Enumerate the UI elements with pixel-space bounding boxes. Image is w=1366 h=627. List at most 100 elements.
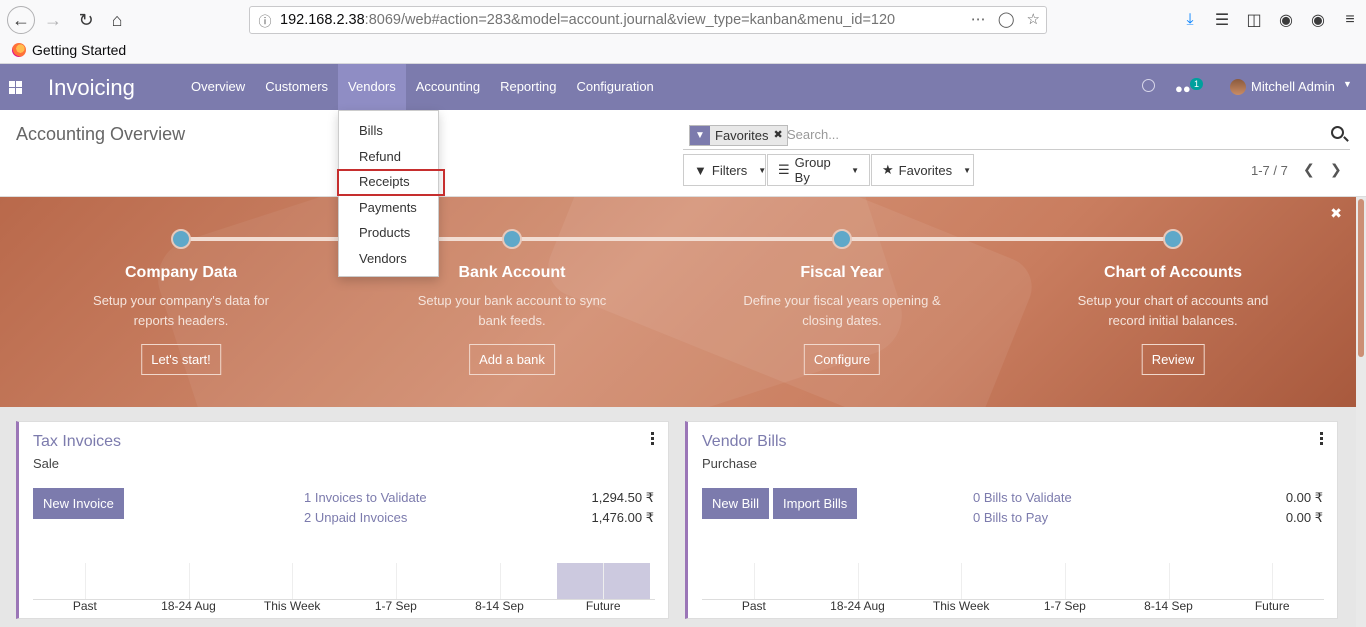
download-icon[interactable]: ⤓ — [1174, 11, 1206, 29]
favorites-button[interactable]: ★ Favorites ▼ — [871, 154, 974, 186]
graph-label: 8-14 Sep — [1144, 599, 1193, 613]
bills-to-validate-link[interactable]: 0 Bills to Validate — [973, 490, 1072, 505]
menu-item-refund[interactable]: Refund — [339, 144, 438, 170]
page-title: Accounting Overview — [16, 124, 186, 144]
graph-gridline — [1064, 563, 1066, 599]
menu-item-payments[interactable]: Payments — [339, 195, 438, 221]
apps-menu-icon[interactable] — [9, 81, 22, 94]
journal-title[interactable]: Vendor Bills — [702, 433, 787, 451]
filters-button[interactable]: ▼ Filters ▼ — [683, 154, 766, 186]
pocket-icon[interactable]: ◯ — [998, 10, 1015, 28]
menu-overview[interactable]: Overview — [181, 64, 255, 110]
pager-value[interactable]: 1-7 / 7 — [1251, 163, 1288, 178]
menu-customers[interactable]: Customers — [255, 64, 338, 110]
search-icon[interactable] — [1331, 126, 1344, 139]
graph-label: 8-14 Sep — [475, 599, 524, 613]
graph-gridline — [188, 563, 190, 599]
graph-label: This Week — [263, 599, 321, 613]
search-input[interactable]: Search... — [787, 127, 839, 142]
menu-configuration[interactable]: Configuration — [566, 64, 663, 110]
bookmark-getting-started[interactable]: Getting Started — [12, 42, 126, 58]
step-title: Chart of Accounts — [1103, 264, 1243, 281]
home-icon[interactable]: ⌂ — [104, 7, 130, 33]
unpaid-invoices-link[interactable]: 2 Unpaid Invoices — [304, 510, 407, 525]
menu-item-vendors[interactable]: Vendors — [339, 246, 438, 272]
journal-type: Purchase — [702, 456, 757, 471]
close-icon[interactable]: ✖ — [1330, 205, 1342, 222]
chevron-right-icon[interactable]: ❯ — [1330, 161, 1342, 178]
menu-reporting[interactable]: Reporting — [490, 64, 566, 110]
main-navbar: Invoicing Overview Customers Vendors Acc… — [0, 64, 1366, 110]
graph-label: Past — [72, 599, 97, 613]
chevron-down-icon[interactable]: ▼ — [1343, 79, 1352, 89]
account-icon[interactable]: ◉ — [1302, 10, 1334, 30]
kebab-menu-icon[interactable] — [651, 432, 654, 445]
page-actions-icon[interactable]: ⋯ — [971, 10, 986, 28]
graph-label: Future — [1254, 599, 1290, 613]
graph-gridline — [395, 563, 397, 599]
step-description: Setup your company's data for reports he… — [93, 293, 269, 328]
graph-gridline — [961, 563, 963, 599]
user-name[interactable]: Mitchell Admin — [1251, 79, 1335, 94]
review-button[interactable]: Review — [1141, 344, 1205, 375]
activity-clock-icon[interactable] — [1142, 79, 1155, 92]
graph-label: Past — [741, 599, 766, 613]
menu-accounting[interactable]: Accounting — [406, 64, 490, 110]
bookmarks-bar: Getting Started — [0, 40, 1366, 64]
browser-toolbar: ← → ↻ ⌂ ⓘ 192.168.2.38:8069/web#action=2… — [0, 0, 1366, 40]
remove-facet-icon[interactable]: ✖ — [773, 126, 787, 145]
bills-to-pay-link[interactable]: 0 Bills to Pay — [973, 510, 1048, 525]
app-title[interactable]: Invoicing — [48, 75, 135, 101]
library-icon[interactable]: ☰ — [1206, 10, 1238, 30]
step-title: Company Data — [124, 264, 238, 281]
journal-graph[interactable] — [702, 562, 1324, 600]
chevron-left-icon[interactable]: ❮ — [1303, 161, 1315, 178]
info-icon[interactable]: ⓘ — [250, 11, 280, 30]
configure-button[interactable]: Configure — [803, 344, 881, 375]
new-bill-button[interactable]: New Bill — [702, 488, 769, 519]
url-bar[interactable]: ⓘ 192.168.2.38:8069/web#action=283&model… — [249, 6, 1047, 34]
add-bank-button[interactable]: Add a bank — [469, 344, 555, 375]
scrollbar-thumb[interactable] — [1358, 199, 1364, 357]
invoices-to-validate-link[interactable]: 1 Invoices to Validate — [304, 490, 427, 505]
lets-start-button[interactable]: Let's start! — [141, 344, 221, 375]
caret-down-icon: ▼ — [851, 165, 859, 175]
caret-down-icon: ▼ — [758, 165, 767, 175]
kebab-menu-icon[interactable] — [1320, 432, 1323, 445]
new-invoice-button[interactable]: New Invoice — [33, 488, 124, 519]
menu-vendors[interactable]: Vendors — [338, 64, 406, 110]
bookmark-star-icon[interactable]: ☆ — [1027, 10, 1040, 28]
amount-value: 1,294.50 ₹ — [591, 490, 655, 505]
menu-item-receipts[interactable]: Receipts — [337, 169, 445, 196]
amount-value: 0.00 ₹ — [1285, 510, 1323, 525]
menu-item-products[interactable]: Products — [339, 220, 438, 246]
caret-down-icon: ▼ — [963, 165, 972, 175]
journal-title[interactable]: Tax Invoices — [33, 433, 121, 451]
menu-item-bills[interactable]: Bills — [339, 118, 438, 144]
graph-gridline — [753, 563, 755, 599]
step-dot — [1163, 229, 1183, 249]
url-host: 192.168.2.38 — [280, 12, 365, 28]
group-by-button[interactable]: ☰ Group By ▼ — [767, 154, 870, 186]
sidebar-icon[interactable]: ◫ — [1238, 10, 1270, 30]
graph-gridline — [292, 563, 294, 599]
hamburger-menu-icon[interactable]: ≡ — [1334, 11, 1366, 29]
page-scrollbar[interactable] — [1356, 197, 1366, 627]
firefox-icon — [12, 43, 26, 57]
reload-icon[interactable]: ↻ — [73, 7, 99, 33]
graph-label: Future — [585, 599, 621, 613]
bookmark-label: Getting Started — [32, 42, 127, 58]
group-by-label: Group By — [794, 155, 831, 185]
graph-gridline — [857, 563, 859, 599]
back-icon[interactable]: ← — [7, 6, 35, 34]
search-facet[interactable]: ▼ Favorites ✖ — [689, 125, 788, 146]
filter-icon: ▼ — [694, 162, 707, 178]
journal-graph[interactable] — [33, 562, 655, 600]
control-panel: Accounting Overview ▼ Favorites ✖ Search… — [0, 110, 1366, 197]
graph-gridline — [603, 563, 605, 599]
avatar[interactable] — [1230, 79, 1246, 95]
forward-icon[interactable]: → — [40, 7, 66, 33]
import-bills-button[interactable]: Import Bills — [773, 488, 858, 519]
extension-icon[interactable]: ◉ — [1270, 10, 1302, 30]
chat-icon[interactable]: ●● — [1175, 81, 1191, 96]
